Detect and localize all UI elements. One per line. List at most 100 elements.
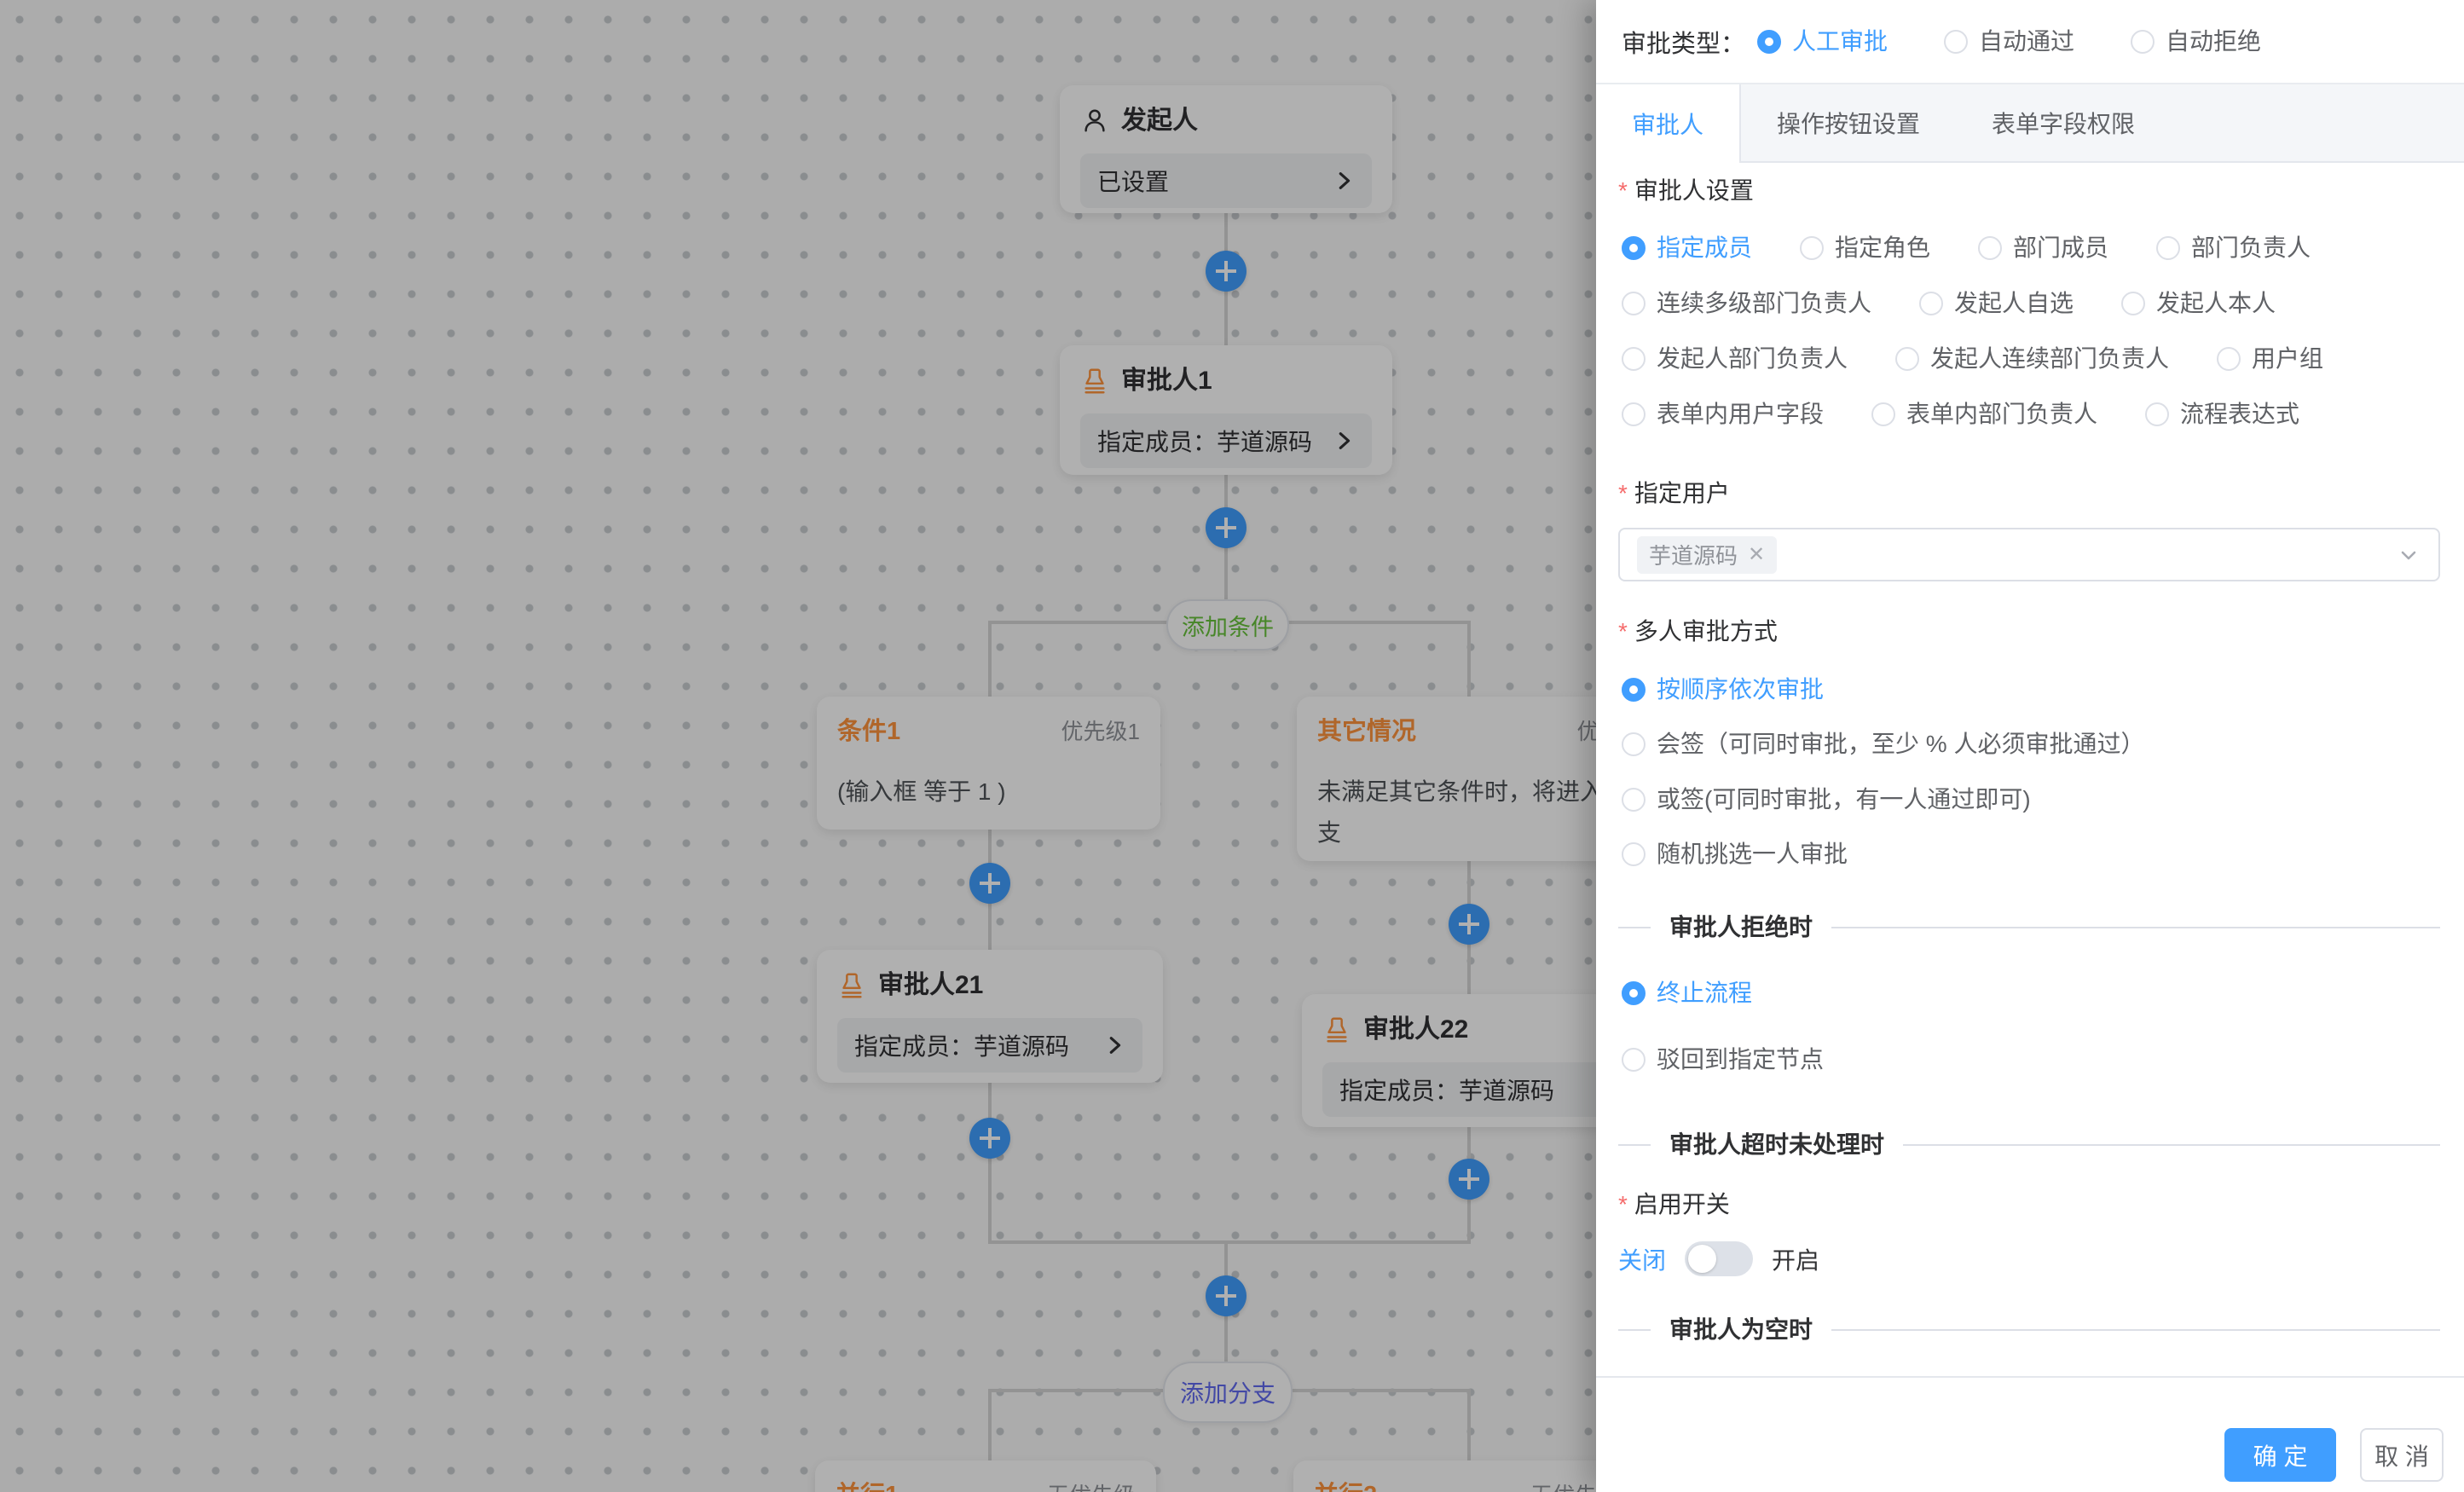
approver1-node[interactable]: 审批人1 指定成员：芋道源码 [1060, 345, 1392, 475]
tab-approver[interactable]: 审批人 [1596, 84, 1741, 163]
radio-user-group[interactable]: 用户组 [2217, 342, 2323, 376]
cancel-button[interactable]: 取 消 [2360, 1428, 2444, 1482]
radio-assigned-role[interactable]: 指定角色 [1800, 231, 1930, 265]
radio-initiator-choose[interactable]: 发起人自选 [1919, 286, 2074, 321]
add-node-button[interactable] [969, 1118, 1010, 1159]
flow-canvas[interactable]: 发起人 已设置 审批人1 指定成员：芋道源码 [0, 0, 1596, 1492]
parallel1-title: 并行1 [836, 1481, 899, 1492]
radio-label: 发起人自选 [1954, 286, 2074, 321]
radio-dept-leader[interactable]: 部门负责人 [2156, 231, 2311, 265]
radio-random-one[interactable]: 随机挑选一人审批 [1622, 837, 1848, 871]
confirm-button[interactable]: 确 定 [2224, 1428, 2336, 1482]
radio-initiator-self[interactable]: 发起人本人 [2121, 286, 2276, 321]
radio-return-to-node[interactable]: 驳回到指定节点 [1622, 1043, 1824, 1077]
approver21-summary-row[interactable]: 指定成员：芋道源码 [837, 1018, 1142, 1073]
add-node-button[interactable] [1449, 1159, 1489, 1200]
radio-dot [2131, 30, 2155, 54]
timeout-enable-switch[interactable] [1685, 1241, 1753, 1276]
approver21-summary: 指定成员：芋道源码 [854, 1028, 1069, 1062]
branch-merge-line [988, 1240, 1471, 1244]
radio-initiator-multi-dept-leader[interactable]: 发起人连续部门负责人 [1895, 342, 2169, 376]
add-node-button[interactable] [1206, 1275, 1246, 1316]
empty-approver-title: 审批人为空时 [1669, 1310, 1813, 1344]
start-node-summary-row[interactable]: 已设置 [1080, 153, 1372, 208]
add-node-button[interactable] [1206, 251, 1246, 292]
approver1-summary: 指定成员：芋道源码 [1097, 424, 1312, 458]
radio-initiator-dept-leader[interactable]: 发起人部门负责人 [1622, 342, 1848, 376]
radio-form-user-field[interactable]: 表单内用户字段 [1622, 397, 1824, 431]
radio-dot [1622, 347, 1646, 371]
user-tag: 芋道源码 ✕ [1637, 536, 1777, 574]
radio-assigned-member[interactable]: 指定成员 [1622, 231, 1752, 265]
start-node-summary: 已设置 [1097, 164, 1169, 198]
timeout-section-title: 审批人超时未处理时 [1669, 1125, 1884, 1164]
radio-label: 部门成员 [2013, 231, 2108, 265]
radio-dot [2217, 347, 2241, 371]
add-branch-button[interactable]: 添加分支 [1163, 1362, 1293, 1423]
radio-auto-approve[interactable]: 自动通过 [1944, 25, 2074, 59]
radio-label: 人工审批 [1792, 25, 1888, 59]
radio-manual-approval[interactable]: 人工审批 [1757, 25, 1888, 59]
radio-sequential-approval[interactable]: 按顺序依次审批 [1622, 673, 1824, 707]
tab-button-settings[interactable]: 操作按钮设置 [1741, 84, 1956, 161]
radio-label: 表单内用户字段 [1657, 397, 1824, 431]
condition1-node[interactable]: 条件1 优先级1 (输入框 等于 1 ) [817, 697, 1160, 830]
radio-dot [1944, 30, 1968, 54]
radio-dot [1919, 292, 1943, 315]
radio-label: 指定成员 [1657, 231, 1752, 265]
radio-form-dept-leader[interactable]: 表单内部门负责人 [1871, 397, 2097, 431]
approver21-node[interactable]: 审批人21 指定成员：芋道源码 [817, 950, 1163, 1083]
chevron-down-icon [2396, 542, 2421, 568]
radio-label: 表单内部门负责人 [1906, 397, 2097, 431]
tab-form-field-permission[interactable]: 表单字段权限 [1956, 84, 2171, 161]
radio-label: 发起人部门负责人 [1657, 342, 1848, 376]
condition-else-priority: 优先级2 [1577, 717, 1596, 746]
add-node-button[interactable] [1206, 507, 1246, 548]
parallel2-node[interactable]: 并行2 无优先级 [1293, 1460, 1596, 1492]
add-node-button[interactable] [969, 863, 1010, 904]
radio-dept-member[interactable]: 部门成员 [1978, 231, 2108, 265]
radio-dot [1622, 842, 1646, 866]
radio-dot [1622, 402, 1646, 426]
condition-else-description: 未满足其它条件时，将进入此分支 [1317, 772, 1596, 853]
radio-process-expression[interactable]: 流程表达式 [2145, 397, 2299, 431]
radio-label: 驳回到指定节点 [1657, 1043, 1824, 1077]
start-node[interactable]: 发起人 已设置 [1060, 85, 1392, 213]
timeout-section-divider: 审批人超时未处理时 [1618, 1125, 2440, 1164]
radio-multi-level-dept-leader[interactable]: 连续多级部门负责人 [1622, 286, 1871, 321]
drawer-footer: 确 定 取 消 [1596, 1376, 2464, 1492]
stamp-icon [1080, 367, 1109, 396]
assign-user-label: 指定用户 [1618, 474, 1730, 512]
tab-label: 表单字段权限 [1992, 106, 2135, 140]
radio-label: 终止流程 [1657, 976, 1752, 1010]
approver1-summary-row[interactable]: 指定成员：芋道源码 [1080, 413, 1372, 468]
radio-dot [1871, 402, 1895, 426]
radio-or-sign[interactable]: 或签(可同时审批，有一人通过即可) [1622, 783, 2031, 817]
assign-user-select[interactable]: 芋道源码 ✕ [1618, 528, 2440, 581]
add-node-button[interactable] [1449, 904, 1489, 945]
approver22-node[interactable]: 审批人22 指定成员：芋道源码 [1302, 994, 1596, 1127]
radio-label: 连续多级部门负责人 [1657, 286, 1871, 321]
radio-label: 指定角色 [1835, 231, 1930, 265]
radio-dot [1622, 236, 1646, 260]
condition-else-node[interactable]: 其它情况 优先级2 未满足其它条件时，将进入此分支 [1297, 697, 1596, 861]
radio-label: 流程表达式 [2180, 397, 2299, 431]
radio-label: 用户组 [2252, 342, 2323, 376]
radio-auto-reject[interactable]: 自动拒绝 [2131, 25, 2261, 59]
tab-label: 审批人 [1632, 107, 1703, 141]
radio-countersign[interactable]: 会签（可同时审批，至少 % 人必须审批通过） [1622, 727, 2144, 761]
radio-terminate-process[interactable]: 终止流程 [1622, 976, 1752, 1010]
settings-content[interactable]: 审批人设置 指定成员 指定角色 部门成员 部门负责人 连续多级部门负责人 发起人… [1596, 163, 2464, 1344]
remove-tag-icon[interactable]: ✕ [1748, 545, 1765, 565]
radio-dot [2121, 292, 2145, 315]
approver-setting-label: 审批人设置 [1618, 171, 1754, 210]
approver22-node-title: 审批人22 [1363, 1015, 1468, 1045]
radio-label: 会签（可同时审批，至少 % 人必须审批通过） [1657, 727, 2144, 761]
radio-label: 随机挑选一人审批 [1657, 837, 1848, 871]
approver22-summary-row[interactable]: 指定成员：芋道源码 [1322, 1062, 1596, 1117]
add-condition-button[interactable]: 添加条件 [1166, 599, 1289, 651]
settings-tabbar: 审批人 操作按钮设置 表单字段权限 [1596, 83, 2464, 163]
radio-dot [1622, 1048, 1646, 1072]
radio-label: 自动通过 [1979, 25, 2074, 59]
parallel1-node[interactable]: 并行1 无优先级 [815, 1460, 1156, 1492]
